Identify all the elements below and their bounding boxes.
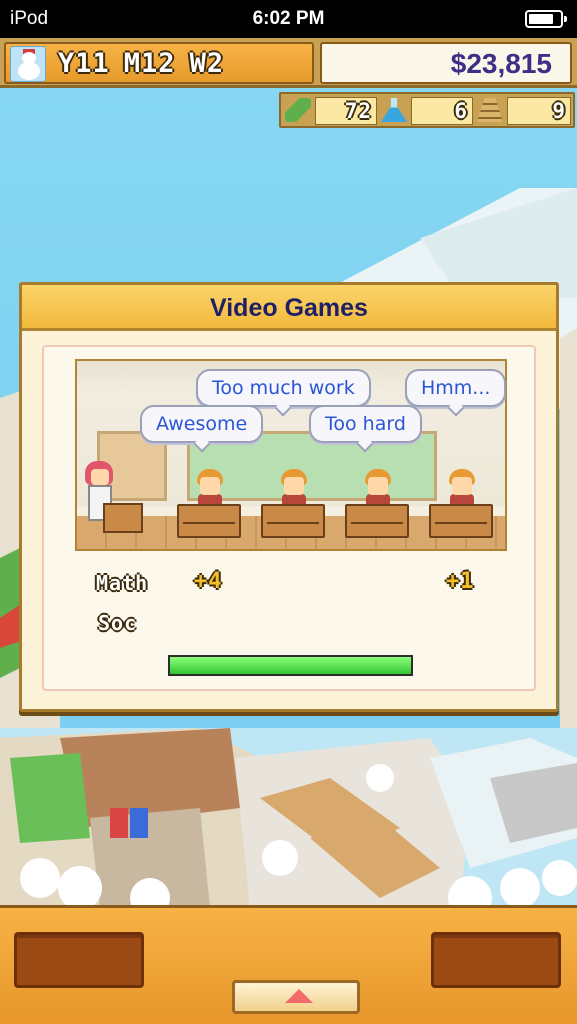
desk bbox=[429, 504, 493, 538]
left-menu-button[interactable] bbox=[14, 932, 144, 988]
year-value: Y11 bbox=[58, 48, 110, 79]
speech-bubble: Awesome bbox=[140, 405, 264, 443]
clock: 6:02 PM bbox=[252, 8, 325, 29]
student-sprite bbox=[363, 469, 393, 509]
resource-cell-pencil: 72 bbox=[315, 97, 377, 125]
resource-cell-stack: 9 bbox=[507, 97, 571, 125]
week-value: W2 bbox=[189, 48, 225, 79]
stat-label-soc: Soc bbox=[98, 611, 138, 635]
student-sprite bbox=[447, 469, 477, 509]
lesson-progress-bar bbox=[168, 655, 413, 676]
speech-bubble: Too much work bbox=[196, 369, 371, 407]
month-value: M12 bbox=[123, 48, 176, 79]
right-menu-button[interactable] bbox=[431, 932, 561, 988]
stat-value-math: +4 bbox=[194, 569, 223, 594]
top-hud: Y11 M12 W2 $23,815 bbox=[0, 38, 577, 88]
resource-value: 72 bbox=[344, 99, 372, 123]
speech-bubble: Too hard bbox=[309, 405, 422, 443]
expand-menu-button[interactable] bbox=[232, 980, 360, 1014]
status-bar: iPod 6:02 PM bbox=[0, 0, 577, 38]
resource-value: 6 bbox=[454, 99, 468, 123]
student-sprite bbox=[195, 469, 225, 509]
dialog-titlebar: Video Games bbox=[22, 285, 556, 331]
desk bbox=[261, 504, 325, 538]
resources-bar: 72 6 9 bbox=[279, 92, 575, 128]
snowman-icon bbox=[10, 46, 46, 82]
student-sprite bbox=[279, 469, 309, 509]
money-value: $23,815 bbox=[450, 48, 552, 79]
up-arrow-icon bbox=[285, 989, 313, 1003]
podium bbox=[103, 503, 143, 533]
pencil-icon bbox=[285, 98, 311, 122]
progress-fill bbox=[170, 657, 411, 674]
money-panel: $23,815 bbox=[320, 42, 572, 84]
resource-cell-flask: 6 bbox=[411, 97, 473, 125]
date-panel: Y11 M12 W2 bbox=[4, 42, 314, 84]
desk bbox=[177, 504, 241, 538]
stat-value-math-right: +1 bbox=[446, 569, 475, 594]
battery-icon bbox=[525, 10, 567, 28]
lesson-dialog[interactable]: Video Games Too much work Hmm... Awesome… bbox=[19, 282, 559, 712]
book-stack-icon bbox=[477, 98, 503, 122]
stat-label-math: Math bbox=[96, 571, 149, 595]
game-date: Y11 M12 W2 bbox=[58, 48, 238, 79]
bottom-bar bbox=[0, 905, 577, 1024]
flask-icon bbox=[381, 98, 407, 122]
speech-bubble: Hmm... bbox=[405, 369, 507, 407]
desk bbox=[345, 504, 409, 538]
resource-value: 9 bbox=[552, 99, 566, 123]
dialog-title: Video Games bbox=[210, 294, 368, 322]
